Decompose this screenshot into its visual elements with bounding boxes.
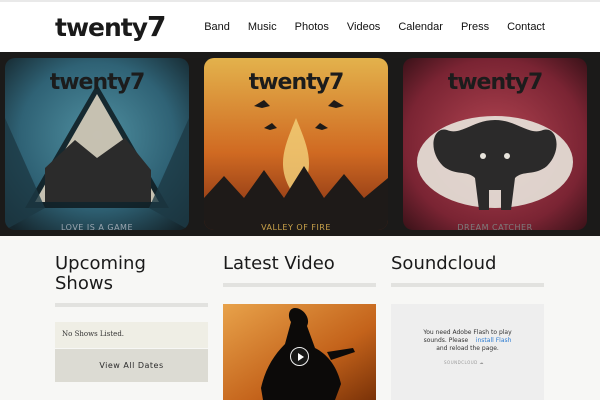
section-title: Upcoming Shows	[55, 254, 208, 294]
flash-message-line3: and reload the page.	[436, 345, 499, 352]
album-cover-love-is-a-game[interactable]: twenty7	[5, 58, 189, 230]
nav-calendar[interactable]: Calendar	[398, 20, 443, 34]
album-title[interactable]: DREAM CATCHER	[403, 223, 587, 232]
shows-list: No Shows Listed.	[55, 322, 208, 348]
soundcloud-brand-text: SOUNDCLOUD	[444, 360, 478, 365]
album-title[interactable]: LOVE IS A GAME	[5, 223, 189, 232]
album-cover-dream-catcher[interactable]: twenty7	[403, 58, 587, 230]
flash-message-prefix: sounds. Please	[423, 337, 469, 344]
site-header: twenty7 Band Music Photos Videos Calenda…	[0, 0, 600, 52]
shows-empty-text: No Shows Listed.	[62, 330, 125, 338]
soundcloud-player: You need Adobe Flash to play sounds. Ple…	[391, 304, 544, 400]
play-icon[interactable]	[290, 347, 309, 366]
section-title-line1: Upcoming	[55, 253, 146, 274]
album-cover-valley-of-fire[interactable]: twenty7	[204, 58, 388, 230]
album-logo: twenty7	[248, 70, 345, 95]
section-title-line2: Shows	[55, 273, 113, 294]
flash-message-line2: sounds. Please install Flash	[391, 337, 544, 345]
nav-music[interactable]: Music	[248, 20, 277, 34]
main-nav: Band Music Photos Videos Calendar Press …	[186, 20, 545, 34]
album-logo: twenty7	[49, 70, 146, 95]
nav-videos[interactable]: Videos	[347, 20, 380, 34]
section-divider	[55, 303, 208, 307]
nav-photos[interactable]: Photos	[295, 20, 329, 34]
album-title[interactable]: VALLEY OF FIRE	[204, 223, 388, 232]
flash-message-line1: You need Adobe Flash to play	[423, 329, 512, 336]
soundcloud-logo[interactable]: SOUNDCLOUD ☁	[444, 360, 484, 365]
nav-band[interactable]: Band	[204, 20, 230, 34]
nav-press[interactable]: Press	[461, 20, 489, 34]
latest-video-section: Latest Video	[223, 253, 376, 287]
nav-contact[interactable]: Contact	[507, 20, 545, 34]
view-all-dates-button[interactable]: View All Dates	[55, 349, 208, 382]
album-logo: twenty7	[447, 70, 544, 95]
section-title: Soundcloud	[391, 253, 497, 274]
section-divider	[223, 283, 376, 287]
section-title: Latest Video	[223, 253, 335, 274]
logo-seven: 7	[147, 10, 167, 43]
logo-text: twenty	[55, 13, 148, 42]
album-banner: twenty7 twenty7 twenty7 LOVE IS A GAME V…	[0, 52, 600, 236]
install-flash-link[interactable]: install Flash	[476, 337, 512, 344]
cloud-icon: ☁	[479, 360, 485, 365]
section-divider	[391, 283, 544, 287]
site-logo[interactable]: twenty7	[55, 10, 167, 43]
upcoming-shows-section: Upcoming Shows	[55, 254, 208, 307]
soundcloud-section: Soundcloud	[391, 253, 544, 287]
